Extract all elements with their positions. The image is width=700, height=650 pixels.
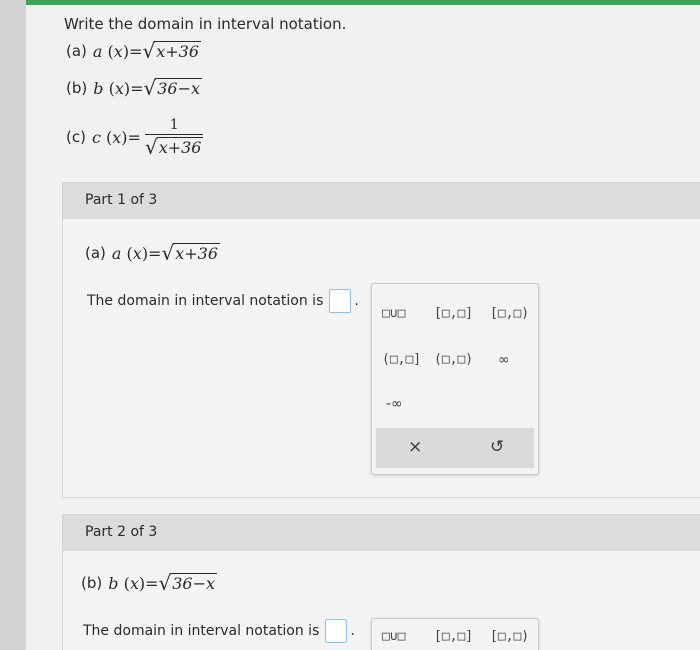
function-name: b [93,78,104,98]
answer-row: The domain in interval notation is . [83,619,355,643]
function-expression: b (x)= √ 36−x [93,76,203,100]
part-2-problem: (b) b (x)= √ 36−x [81,571,218,595]
part-header: Part 2 of 3 [63,515,700,551]
function-name: a [111,243,122,263]
radicand: 36−x [155,78,203,98]
key-closed-open-interval[interactable]: [□,□) [490,629,529,644]
period: . [350,623,355,639]
function-variable: x [114,78,124,98]
part-1-problem: (a) a (x)= √ x+36 [85,241,221,265]
function-expression: a (x)= √ x+36 [92,39,202,63]
function-expression: c (x)= 1 √ x+36 [91,117,204,159]
square-root: √ 36−x [144,78,203,98]
problem-label: (b) [81,574,103,592]
numerator: 1 [169,117,179,133]
part-1-panel: Part 1 of 3 (a) a (x)= √ x+36 The domain… [62,182,700,498]
radicand: x+36 [173,243,221,263]
problem-label: (a) [85,244,106,262]
key-union[interactable]: □∪□ [382,306,405,321]
key-negative-infinity[interactable]: -∞ [386,396,403,412]
key-closed-interval[interactable]: [□,□] [434,306,473,321]
radicand: x+36 [156,137,204,157]
square-root: √ x+36 [161,243,221,263]
question-title: Write the domain in interval notation. [64,15,347,33]
function-expression: b (x)= √ 36−x [108,571,218,595]
function-name: a [92,41,103,61]
function-variable: x [129,573,139,593]
square-root: √ 36−x [159,573,218,593]
fraction: 1 √ x+36 [144,117,204,157]
problem-label: (a) [66,42,87,60]
function-name: c [91,127,101,147]
key-closed-open-interval[interactable]: [□,□) [490,306,529,321]
clear-x-icon[interactable]: × [408,437,422,457]
function-variable: x [112,127,122,147]
math-keypad: □∪□ [□,□] [□,□) (□,□] (□,□) ∞ -∞ × ↺ [371,283,539,475]
square-root: √ x+36 [142,41,202,61]
function-name: b [108,573,119,593]
answer-row: The domain in interval notation is . [87,289,359,313]
problem-a: (a) a (x)= √ x+36 [66,39,202,63]
answer-input-box[interactable] [329,289,352,313]
answer-input-box[interactable] [325,619,348,643]
undo-icon[interactable]: ↺ [490,437,504,457]
square-root: √ x+36 [144,134,204,157]
problem-c: (c) c (x)= 1 √ x+36 [66,117,204,159]
question-content: Write the domain in interval notation. (… [26,5,700,650]
keypad-action-bar: × ↺ [376,428,534,468]
function-expression: a (x)= √ x+36 [111,241,221,265]
function-variable: x [113,41,123,61]
key-open-interval[interactable]: (□,□) [434,352,473,367]
period: . [354,293,359,309]
answer-prompt: The domain in interval notation is [83,623,320,639]
radicand: x+36 [154,41,202,61]
key-closed-interval[interactable]: [□,□] [434,629,473,644]
part-2-panel: Part 2 of 3 (b) b (x)= √ 36−x The domain… [62,514,700,650]
radicand: 36−x [170,573,218,593]
math-keypad-partial: □∪□ [□,□] [□,□) [371,618,539,650]
key-infinity[interactable]: ∞ [498,352,510,368]
problem-b: (b) b (x)= √ 36−x [66,76,203,100]
part-header: Part 1 of 3 [63,183,700,219]
page-margin [0,0,26,650]
key-open-closed-interval[interactable]: (□,□] [382,352,421,367]
problem-label: (c) [66,128,86,146]
function-variable: x [132,243,142,263]
key-union[interactable]: □∪□ [382,629,405,644]
problem-label: (b) [66,79,88,97]
answer-prompt: The domain in interval notation is [87,293,324,309]
